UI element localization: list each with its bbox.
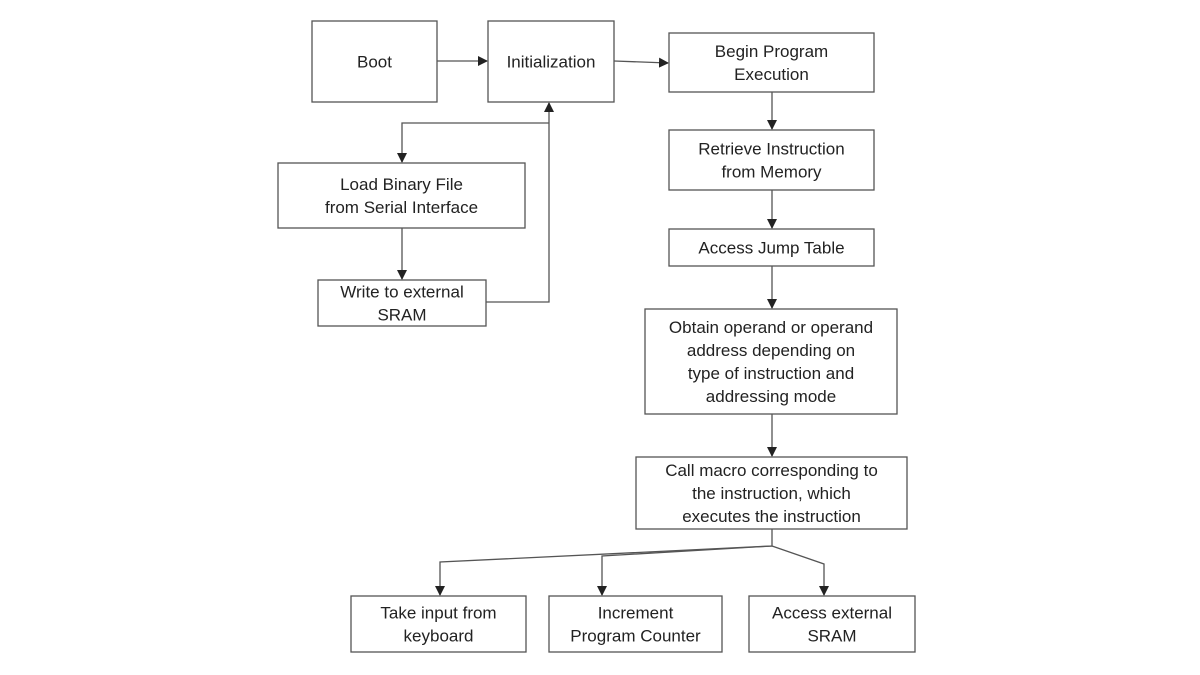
node-retrieve: Retrieve Instruction from Memory (668, 129, 875, 191)
node-label: from Memory (721, 163, 822, 182)
node-macro: Call macro corresponding to the instructi… (635, 456, 908, 530)
node-label: Obtain operand or operand (669, 318, 873, 337)
edge-macro-keyboard (435, 529, 773, 596)
node-label: Retrieve Instruction (698, 140, 844, 159)
node-label: Take input from (380, 604, 496, 623)
node-pc: Increment Program Counter (548, 595, 723, 653)
node-label: Boot (357, 53, 392, 72)
node-label: Load Binary File (340, 175, 463, 194)
node-write: Write to external SRAM (317, 279, 487, 327)
flowchart: Boot Initialization Begin Program Execution… (0, 0, 1200, 675)
node-label: Initialization (507, 53, 596, 72)
node-jump: Access Jump Table (668, 228, 875, 267)
node-keyboard: Take input from keyboard (350, 595, 527, 653)
node-label: Program Counter (570, 627, 701, 646)
node-label: Access Jump Table (698, 239, 844, 258)
node-label: Execution (734, 65, 809, 84)
edge-init-load (397, 122, 549, 163)
node-label: Write to external (340, 283, 463, 302)
flowchart-canvas: Boot Initialization Begin Program Execution… (277, 20, 916, 653)
node-label: executes the instruction (682, 507, 861, 526)
node-label: Call macro corresponding to (665, 461, 878, 480)
node-label: SRAM (377, 306, 426, 325)
node-label: the instruction, which (692, 484, 851, 503)
node-box (277, 162, 526, 229)
node-label: Increment (598, 604, 674, 623)
node-operand: Obtain operand or operand address dependi… (644, 308, 898, 415)
node-load: Load Binary File from Serial Interface (277, 162, 526, 229)
node-label: from Serial Interface (325, 198, 478, 217)
node-label: type of instruction and (688, 364, 854, 383)
node-begin: Begin Program Execution (668, 32, 875, 93)
node-label: addressing mode (706, 387, 836, 406)
node-label: address depending on (687, 341, 855, 360)
node-boot: Boot (311, 20, 438, 103)
node-label: SRAM (807, 627, 856, 646)
node-init: Initialization (487, 20, 615, 103)
node-label: keyboard (404, 627, 474, 646)
edge-init-begin (613, 57, 669, 68)
node-label: Access external (772, 604, 892, 623)
node-label: Begin Program (715, 42, 828, 61)
edge-macro-sram (771, 545, 829, 596)
node-sram: Access external SRAM (748, 595, 916, 653)
